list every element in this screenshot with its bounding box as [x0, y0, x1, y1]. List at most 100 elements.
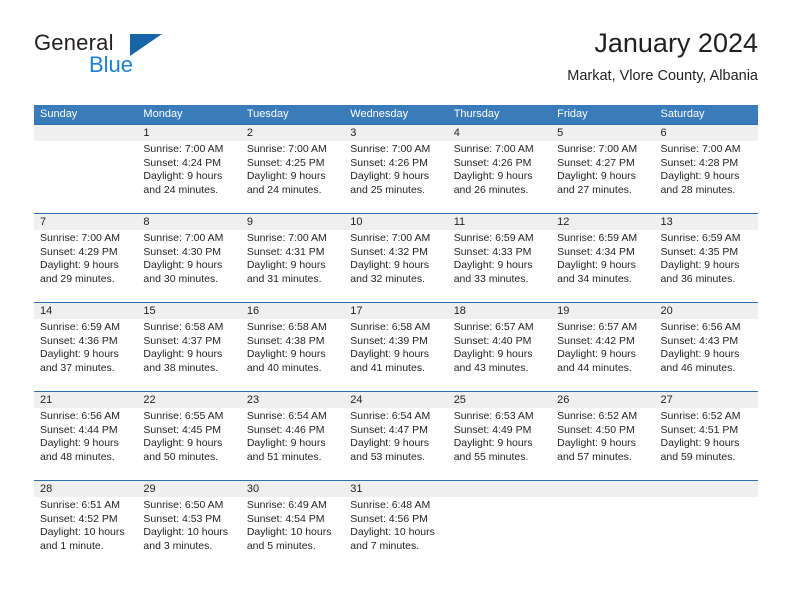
sunset-text: Sunset: 4:40 PM — [453, 334, 532, 347]
calendar-week-row: 14 15 16 17 18 19 20 Sunrise: 6:59 AM Su… — [34, 302, 758, 391]
sunset-text: Sunset: 4:51 PM — [660, 423, 739, 436]
sunrise-text: Sunrise: 6:48 AM — [350, 499, 431, 511]
daylight-text-line2: and 27 minutes. — [557, 183, 632, 196]
daylight-text-line2: and 29 minutes. — [40, 272, 115, 285]
day-number: 23 — [246, 394, 260, 406]
daylight-text-line1: Daylight: 9 hours — [453, 170, 533, 182]
daylight-text-line1: Daylight: 9 hours — [246, 348, 326, 360]
weekday-header-monday: Monday — [143, 108, 183, 120]
day-cell: Sunrise: 6:57 AM Sunset: 4:40 PM Dayligh… — [448, 319, 551, 391]
sunrise-text: Sunrise: 6:57 AM — [557, 321, 638, 333]
sunset-text: Sunset: 4:56 PM — [350, 512, 428, 525]
daylight-text-line1: Daylight: 9 hours — [557, 259, 636, 271]
daylight-text-line1: Daylight: 9 hours — [557, 437, 636, 449]
sunrise-text: Sunrise: 6:58 AM — [143, 321, 224, 333]
daylight-text-line1: Daylight: 9 hours — [143, 170, 223, 182]
sunrise-text: Sunrise: 7:00 AM — [660, 143, 741, 155]
week-detail-row: Sunrise: 6:51 AM Sunset: 4:52 PM Dayligh… — [34, 497, 758, 569]
day-number: 9 — [246, 216, 253, 228]
daylight-text-line1: Daylight: 9 hours — [246, 437, 326, 449]
sunset-text: Sunset: 4:34 PM — [557, 245, 635, 258]
daylight-text-line1: Daylight: 9 hours — [557, 348, 636, 360]
day-cell: Sunrise: 6:56 AM Sunset: 4:44 PM Dayligh… — [34, 408, 137, 480]
daylight-text-line2: and 38 minutes. — [143, 361, 219, 374]
daylight-text-line1: Daylight: 9 hours — [143, 259, 223, 271]
daylight-text-line1: Daylight: 9 hours — [246, 170, 326, 182]
week-detail-row: Sunrise: 7:00 AM Sunset: 4:24 PM Dayligh… — [34, 141, 758, 213]
sunrise-text: Sunrise: 6:52 AM — [660, 410, 741, 422]
day-number: 20 — [660, 305, 673, 317]
week-detail-row: Sunrise: 7:00 AM Sunset: 4:29 PM Dayligh… — [34, 230, 758, 302]
week-daynumber-band: 1 2 3 4 5 6 — [34, 125, 758, 141]
day-number: 12 — [557, 216, 570, 228]
daylight-text-line1: Daylight: 9 hours — [660, 259, 740, 271]
daylight-text-line2: and 31 minutes. — [246, 272, 322, 285]
day-number: 27 — [660, 394, 673, 406]
daylight-text-line2: and 26 minutes. — [453, 183, 529, 196]
sunrise-text: Sunrise: 7:00 AM — [40, 232, 120, 244]
week-daynumber-band: 14 15 16 17 18 19 20 — [34, 303, 758, 319]
daylight-text-line1: Daylight: 9 hours — [350, 170, 430, 182]
sunset-text: Sunset: 4:31 PM — [246, 245, 325, 258]
weekday-header-sunday: Sunday — [40, 108, 78, 120]
sunrise-text: Sunrise: 7:00 AM — [350, 143, 431, 155]
sunrise-text: Sunrise: 7:00 AM — [143, 143, 224, 155]
daylight-text-line1: Daylight: 9 hours — [350, 348, 430, 360]
weekday-header-tuesday: Tuesday — [246, 108, 289, 120]
sunrise-text: Sunrise: 6:57 AM — [453, 321, 534, 333]
week-detail-row: Sunrise: 6:59 AM Sunset: 4:36 PM Dayligh… — [34, 319, 758, 391]
daylight-text-line2: and 46 minutes. — [660, 361, 736, 374]
daylight-text-line2: and 30 minutes. — [143, 272, 219, 285]
sunset-text: Sunset: 4:46 PM — [246, 423, 325, 436]
daylight-text-line2: and 32 minutes. — [350, 272, 425, 285]
day-number: 5 — [557, 127, 564, 139]
sunrise-text: Sunrise: 7:00 AM — [557, 143, 638, 155]
day-cell: Sunrise: 6:59 AM Sunset: 4:34 PM Dayligh… — [551, 230, 654, 302]
sunrise-text: Sunrise: 6:52 AM — [557, 410, 638, 422]
daylight-text-line2: and 3 minutes. — [143, 539, 213, 552]
sunset-text: Sunset: 4:24 PM — [143, 156, 222, 169]
general-blue-logo: General Blue — [34, 30, 244, 88]
day-cell: Sunrise: 6:58 AM Sunset: 4:39 PM Dayligh… — [344, 319, 447, 391]
day-cell — [34, 141, 137, 213]
day-cell: Sunrise: 6:57 AM Sunset: 4:42 PM Dayligh… — [551, 319, 654, 391]
sunrise-text: Sunrise: 6:59 AM — [40, 321, 120, 333]
day-cell: Sunrise: 6:52 AM Sunset: 4:51 PM Dayligh… — [655, 408, 758, 480]
daylight-text-line1: Daylight: 10 hours — [246, 526, 332, 538]
weekday-header-row: Sunday Monday Tuesday Wednesday Thursday… — [34, 105, 758, 124]
day-cell: Sunrise: 7:00 AM Sunset: 4:27 PM Dayligh… — [551, 141, 654, 213]
day-cell: Sunrise: 6:59 AM Sunset: 4:35 PM Dayligh… — [655, 230, 758, 302]
daylight-text-line2: and 33 minutes. — [453, 272, 529, 285]
day-cell: Sunrise: 6:58 AM Sunset: 4:37 PM Dayligh… — [137, 319, 240, 391]
sunset-text: Sunset: 4:54 PM — [246, 512, 325, 525]
day-cell: Sunrise: 6:51 AM Sunset: 4:52 PM Dayligh… — [34, 497, 137, 569]
sunrise-text: Sunrise: 7:00 AM — [246, 232, 327, 244]
daylight-text-line1: Daylight: 9 hours — [40, 259, 119, 271]
day-cell: Sunrise: 6:48 AM Sunset: 4:56 PM Dayligh… — [344, 497, 447, 569]
day-number — [448, 481, 551, 497]
sunrise-text: Sunrise: 7:00 AM — [246, 143, 327, 155]
day-cell: Sunrise: 6:53 AM Sunset: 4:49 PM Dayligh… — [448, 408, 551, 480]
day-number: 6 — [660, 127, 667, 139]
week-daynumber-band: 21 22 23 24 25 26 27 — [34, 392, 758, 408]
daylight-text-line1: Daylight: 9 hours — [453, 259, 533, 271]
day-cell — [655, 497, 758, 569]
daylight-text-line2: and 40 minutes. — [246, 361, 322, 374]
day-number: 13 — [660, 216, 673, 228]
daylight-text-line1: Daylight: 9 hours — [350, 437, 430, 449]
calendar-page: General Blue January 2024 Markat, Vlore … — [0, 0, 792, 612]
daylight-text-line2: and 51 minutes. — [246, 450, 322, 463]
day-cell: Sunrise: 6:59 AM Sunset: 4:36 PM Dayligh… — [34, 319, 137, 391]
week-detail-row: Sunrise: 6:56 AM Sunset: 4:44 PM Dayligh… — [34, 408, 758, 480]
weekday-header-saturday: Saturday — [660, 108, 705, 120]
daylight-text-line2: and 7 minutes. — [350, 539, 420, 552]
sunrise-text: Sunrise: 6:58 AM — [350, 321, 431, 333]
day-number — [551, 481, 654, 497]
logo-triangle-icon — [130, 34, 162, 56]
sunset-text: Sunset: 4:37 PM — [143, 334, 222, 347]
day-cell: Sunrise: 6:59 AM Sunset: 4:33 PM Dayligh… — [448, 230, 551, 302]
daylight-text-line1: Daylight: 9 hours — [350, 259, 430, 271]
day-cell: Sunrise: 7:00 AM Sunset: 4:26 PM Dayligh… — [448, 141, 551, 213]
sunrise-text: Sunrise: 6:59 AM — [453, 232, 534, 244]
page-title: January 2024 — [594, 28, 758, 58]
